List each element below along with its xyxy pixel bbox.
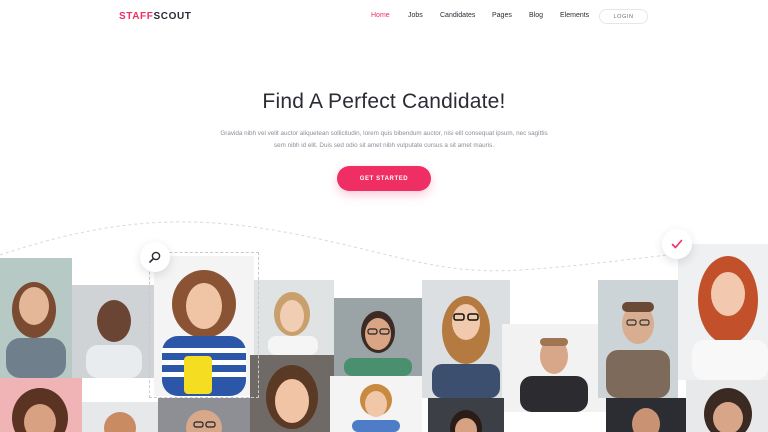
candidate-photo-8[interactable] [598,280,678,398]
candidate-photo-17[interactable] [686,380,768,432]
candidate-photo-4[interactable] [254,280,334,355]
candidate-photo-11[interactable] [82,402,158,432]
selection-frame [149,252,259,398]
candidate-photo-10[interactable] [0,378,82,432]
main-nav: Home Jobs Candidates Pages Blog Elements [0,12,768,24]
nav-item-candidates[interactable]: Candidates [440,12,475,19]
candidate-photo-7[interactable] [502,324,606,412]
get-started-button[interactable]: GET STARTED [337,166,431,191]
candidate-photo-16[interactable] [606,398,686,432]
magnifier-icon [149,251,161,263]
check-badge[interactable] [662,229,692,259]
search-badge[interactable] [140,242,170,272]
candidate-photo-2[interactable] [72,285,154,378]
nav-item-blog[interactable]: Blog [529,12,543,19]
candidate-photo-14[interactable] [330,376,422,432]
candidate-photo-15[interactable] [428,398,504,432]
candidate-photo-1[interactable] [0,258,72,378]
nav-item-pages[interactable]: Pages [492,12,512,19]
nav-item-jobs[interactable]: Jobs [408,12,423,19]
candidate-photo-9[interactable] [678,244,768,380]
candidate-photo-12[interactable] [158,398,250,432]
candidate-photo-6[interactable] [422,280,510,398]
candidate-photo-13[interactable] [250,355,334,432]
nav-item-home[interactable]: Home [371,12,390,19]
nav-item-elements[interactable]: Elements [560,12,589,19]
login-button[interactable]: LOGIN [599,9,648,24]
hero-title: Find A Perfect Candidate! [262,90,506,113]
candidate-photo-5[interactable] [334,298,422,376]
checkmark-icon [671,239,683,249]
hero-description: Gravida nibh vel velit auctor aliquetean… [220,130,548,149]
